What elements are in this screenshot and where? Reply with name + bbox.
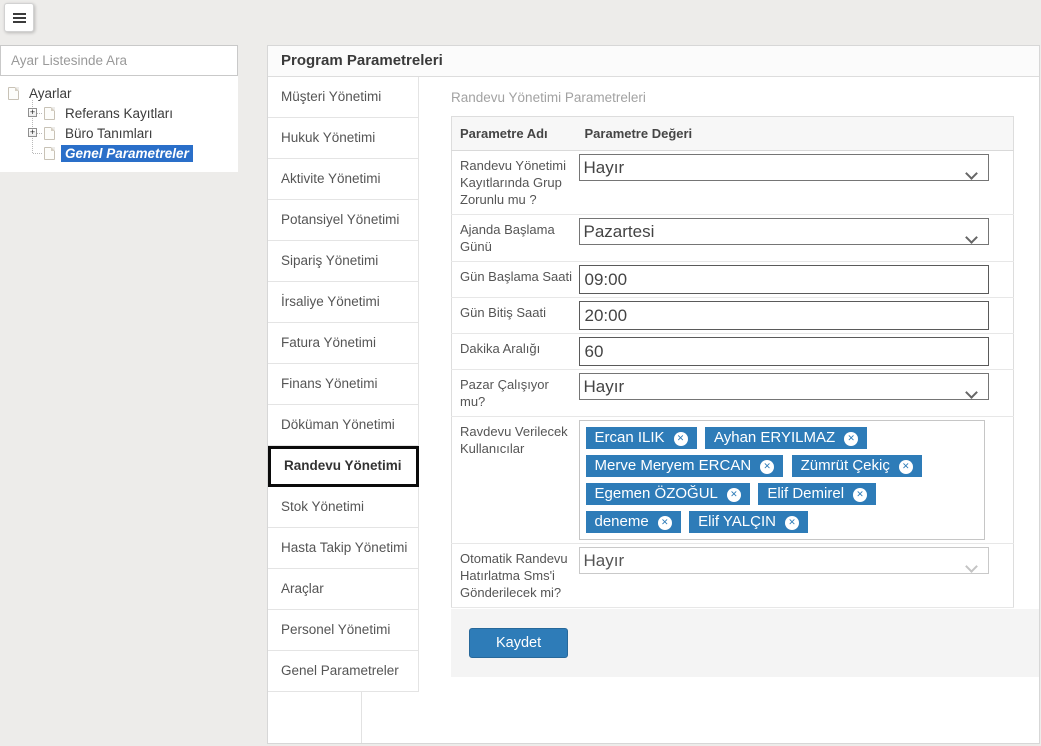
param-label: Ravdevu Verilecek Kullanıcılar — [452, 417, 577, 544]
table-row: Pazar Çalışıyor mu? Hayır — [452, 370, 1014, 417]
remove-tag-icon[interactable]: ✕ — [853, 488, 867, 502]
menu-item-stok-yonetimi[interactable]: Stok Yönetimi — [268, 487, 419, 528]
user-tag: Merve Meryem ERCAN ✕ — [586, 455, 784, 477]
menu-item-irsaliye-yonetimi[interactable]: İrsaliye Yönetimi — [268, 282, 419, 323]
gun-baslama-saati-input[interactable] — [579, 265, 989, 294]
ajanda-baslama-gunu-select[interactable]: Pazartesi — [579, 218, 989, 245]
menu-item-araclar[interactable]: Araçlar — [268, 569, 419, 610]
sms-hatirlatma-select-disabled: Hayır — [579, 547, 989, 574]
dakika-araligi-input[interactable] — [579, 337, 989, 366]
user-tag: Zümrüt Çekiç ✕ — [792, 455, 922, 477]
param-label: Dakika Aralığı — [452, 334, 577, 370]
menu-item-musteri-yonetimi[interactable]: Müşteri Yönetimi — [268, 77, 419, 118]
tree-node-label-selected[interactable]: Genel Parametreler — [61, 145, 193, 162]
table-row: Dakika Aralığı — [452, 334, 1014, 370]
panel-title: Program Parametreleri — [268, 46, 1039, 77]
table-header-row: Parametre Adı Parametre Değeri — [452, 117, 1014, 151]
expand-plus-icon[interactable] — [28, 108, 37, 117]
settings-tree: Ayarlar Referans Kayıtları Büro Tanımlar… — [0, 76, 238, 172]
user-tag-label: Merve Meryem ERCAN — [595, 457, 752, 474]
file-icon — [44, 147, 55, 160]
user-tag-label: Elif YALÇIN — [698, 513, 776, 530]
randevu-kullanicilar-tag-field[interactable]: Ercan ILIK ✕ Ayhan ERYILMAZ ✕ Merve Meryem… — [579, 420, 985, 540]
remove-tag-icon[interactable]: ✕ — [785, 516, 799, 530]
remove-tag-icon[interactable]: ✕ — [727, 488, 741, 502]
param-label: Randevu Yönetimi Kayıtlarında Grup Zorun… — [452, 151, 577, 215]
user-tag-label: deneme — [595, 513, 649, 530]
menu-item-dokuman-yonetimi[interactable]: Döküman Yönetimi — [268, 405, 419, 446]
menu-toggle-button[interactable] — [4, 3, 34, 32]
save-button[interactable]: Kaydet — [469, 628, 568, 658]
remove-tag-icon[interactable]: ✕ — [674, 432, 688, 446]
user-tag: Ercan ILIK ✕ — [586, 427, 697, 449]
menu-item-fatura-yonetimi[interactable]: Fatura Yönetimi — [268, 323, 419, 364]
user-tag: Elif YALÇIN ✕ — [689, 511, 808, 533]
pazar-calisiyor-select[interactable]: Hayır — [579, 373, 989, 400]
remove-tag-icon[interactable]: ✕ — [899, 460, 913, 474]
menu-item-aktivite-yonetimi[interactable]: Aktivite Yönetimi — [268, 159, 419, 200]
user-tag-label: Egemen ÖZOĞUL — [595, 485, 718, 502]
tree-node-buro-tanimlari[interactable]: Büro Tanımları — [24, 123, 232, 143]
grup-zorunlu-select[interactable]: Hayır — [579, 154, 989, 181]
menu-item-potansiyel-yonetimi[interactable]: Potansiyel Yönetimi — [268, 200, 419, 241]
menu-item-genel-parametreler[interactable]: Genel Parametreler — [268, 651, 419, 692]
section-title: Randevu Yönetimi Parametreleri — [451, 90, 1039, 105]
menu-item-personel-yonetimi[interactable]: Personel Yönetimi — [268, 610, 419, 651]
menu-item-siparis-yonetimi[interactable]: Sipariş Yönetimi — [268, 241, 419, 282]
tree-node-label[interactable]: Ayarlar — [25, 85, 76, 102]
param-label: Otomatik Randevu Hatırlatma Sms'i Gönder… — [452, 544, 577, 608]
table-row: Randevu Yönetimi Kayıtlarında Grup Zorun… — [452, 151, 1014, 215]
table-row: Ravdevu Verilecek Kullanıcılar Ercan ILI… — [452, 417, 1014, 544]
table-row: Gün Bitiş Saati — [452, 298, 1014, 334]
param-label: Ajanda Başlama Günü — [452, 215, 577, 262]
tree-node-ayarlar[interactable]: Ayarlar — [8, 83, 232, 103]
user-tag-label: Ayhan ERYILMAZ — [714, 429, 835, 446]
user-tag-label: Ercan ILIK — [595, 429, 665, 446]
user-tag: Elif Demirel ✕ — [758, 483, 876, 505]
table-row: Ajanda Başlama Günü Pazartesi — [452, 215, 1014, 262]
hamburger-icon — [13, 13, 26, 15]
tree-children: Referans Kayıtları Büro Tanımları Genel … — [24, 103, 232, 163]
parameter-category-menu: Müşteri Yönetimi Hukuk Yönetimi Aktivite… — [268, 77, 419, 692]
remove-tag-icon[interactable]: ✕ — [760, 460, 774, 474]
panel-body: Müşteri Yönetimi Hukuk Yönetimi Aktivite… — [268, 77, 1039, 743]
program-parameters-panel: Program Parametreleri Müşteri Yönetimi H… — [267, 45, 1040, 744]
parameters-content: Randevu Yönetimi Parametreleri Parametre… — [362, 77, 1039, 743]
param-label: Gün Başlama Saati — [452, 262, 577, 298]
tree-node-genel-parametreler[interactable]: Genel Parametreler — [24, 143, 232, 163]
table-row: Gün Başlama Saati — [452, 262, 1014, 298]
form-footer: Kaydet — [451, 609, 1039, 677]
parameters-table: Parametre Adı Parametre Değeri Randevu Y… — [451, 116, 1014, 608]
tree-node-referans-kayitlari[interactable]: Referans Kayıtları — [24, 103, 232, 123]
param-label: Pazar Çalışıyor mu? — [452, 370, 577, 417]
param-label: Gün Bitiş Saati — [452, 298, 577, 334]
user-tag-label: Zümrüt Çekiç — [801, 457, 890, 474]
tree-node-label[interactable]: Büro Tanımları — [61, 125, 157, 142]
settings-sidebar: Ayarlar Referans Kayıtları Büro Tanımlar… — [0, 45, 238, 172]
file-icon — [8, 87, 19, 100]
menu-item-randevu-yonetimi-selected[interactable]: Randevu Yönetimi — [268, 446, 419, 487]
table-row: Otomatik Randevu Hatırlatma Sms'i Gönder… — [452, 544, 1014, 608]
menu-item-finans-yonetimi[interactable]: Finans Yönetimi — [268, 364, 419, 405]
gun-bitis-saati-input[interactable] — [579, 301, 989, 330]
user-tag: Egemen ÖZOĞUL ✕ — [586, 483, 750, 505]
menu-item-hasta-takip-yonetimi[interactable]: Hasta Takip Yönetimi — [268, 528, 419, 569]
remove-tag-icon[interactable]: ✕ — [658, 516, 672, 530]
search-input[interactable] — [0, 45, 238, 76]
user-tag: Ayhan ERYILMAZ ✕ — [705, 427, 867, 449]
file-icon — [44, 107, 55, 120]
user-tag-label: Elif Demirel — [767, 485, 844, 502]
menu-item-hukuk-yonetimi[interactable]: Hukuk Yönetimi — [268, 118, 419, 159]
tree-node-label[interactable]: Referans Kayıtları — [61, 105, 177, 122]
column-header-value: Parametre Değeri — [577, 117, 1014, 151]
file-icon — [44, 127, 55, 140]
column-header-name: Parametre Adı — [452, 117, 577, 151]
remove-tag-icon[interactable]: ✕ — [844, 432, 858, 446]
expand-plus-icon[interactable] — [28, 128, 37, 137]
user-tag: deneme ✕ — [586, 511, 681, 533]
